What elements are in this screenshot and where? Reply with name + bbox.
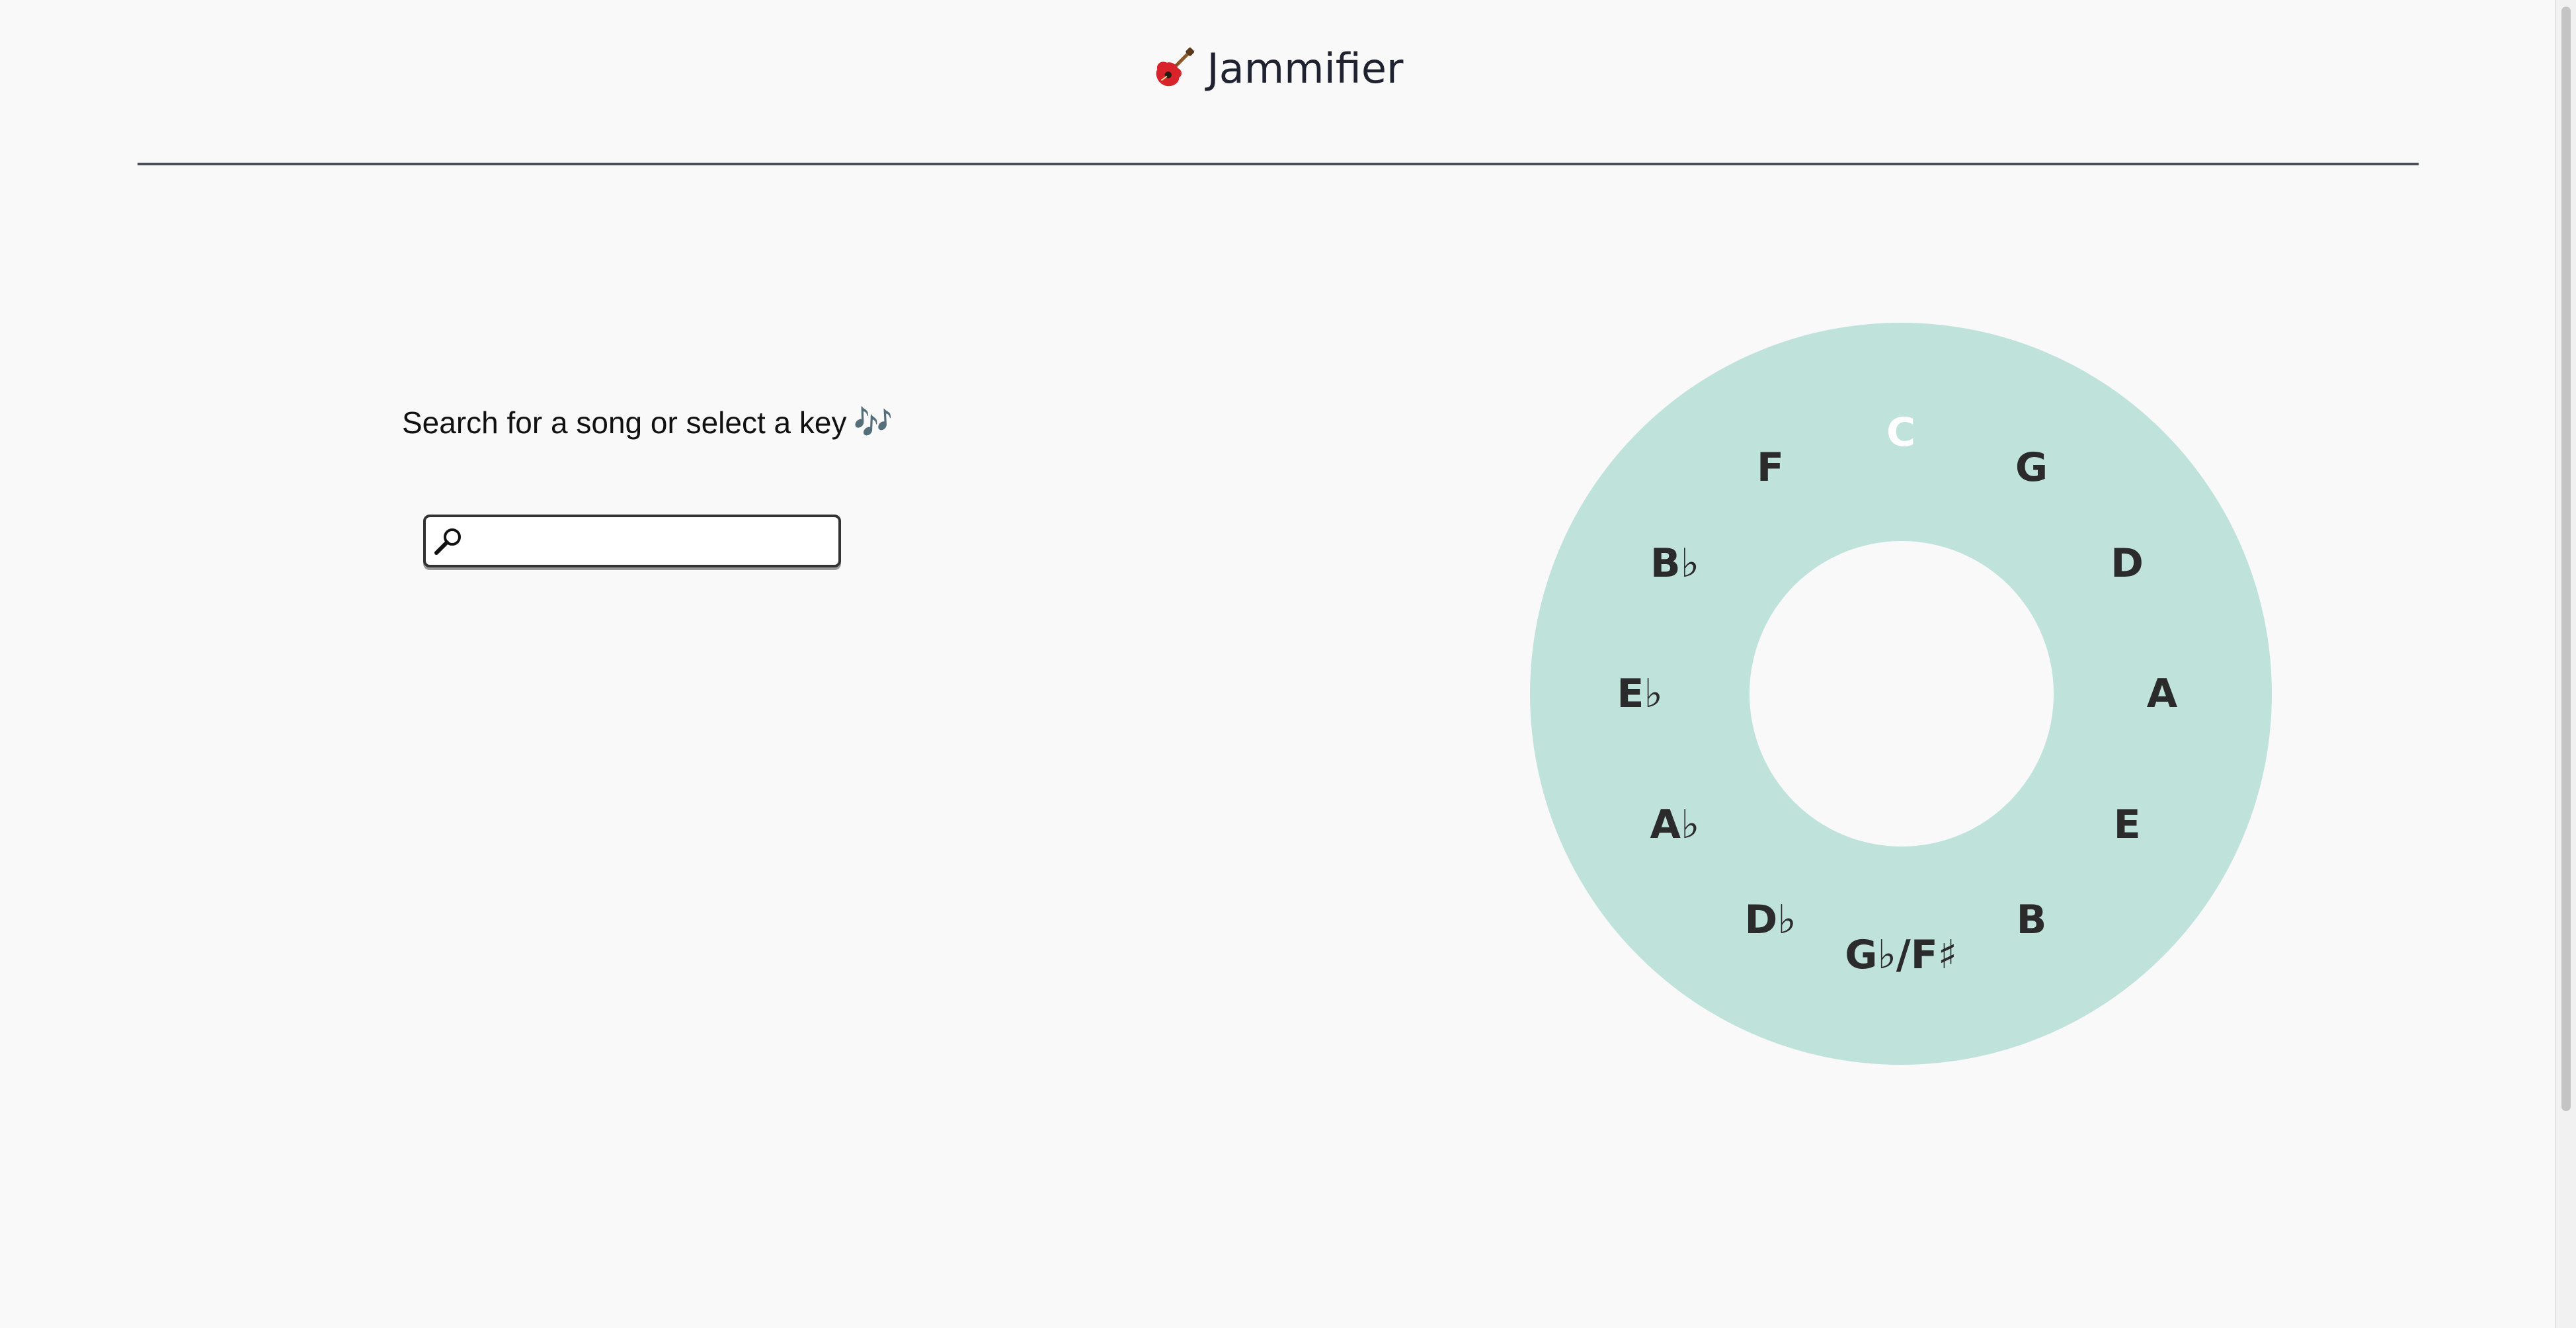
- search-input[interactable]: [464, 517, 838, 565]
- search-box[interactable]: [423, 515, 841, 567]
- key-2[interactable]: D: [2111, 544, 2144, 583]
- search-icon: [434, 528, 461, 555]
- key-3[interactable]: A: [2147, 674, 2177, 714]
- key-5[interactable]: B: [2017, 900, 2047, 940]
- header: Jammifier: [0, 0, 2555, 139]
- key-7[interactable]: D♭: [1744, 900, 1796, 940]
- key-1[interactable]: G: [2015, 448, 2048, 487]
- app-title-text: Jammifier: [1207, 44, 1404, 93]
- key-0[interactable]: C: [1886, 413, 1915, 452]
- key-4[interactable]: E: [2114, 805, 2141, 845]
- page: Jammifier Search for a song or select a …: [0, 0, 2576, 1328]
- key-10[interactable]: B♭: [1650, 544, 1699, 583]
- music-notes-icon: 🎶: [853, 404, 893, 441]
- circle-of-fifths: C G D A E B G♭/F♯ D♭ A♭ E♭ B♭ F: [1530, 323, 2272, 1065]
- key-11[interactable]: F: [1757, 448, 1784, 487]
- app-title: Jammifier: [1152, 44, 1404, 93]
- scrollbar[interactable]: [2555, 0, 2576, 1328]
- scrollbar-thumb[interactable]: [2561, 7, 2571, 1111]
- search-prompt: Search for a song or select a key 🎶: [402, 403, 997, 441]
- header-divider: [138, 163, 2419, 165]
- search-prompt-text: Search for a song or select a key: [402, 405, 847, 440]
- key-8[interactable]: A♭: [1650, 805, 1700, 845]
- guitar-icon: [1156, 47, 1194, 87]
- search-section: Search for a song or select a key 🎶: [402, 403, 997, 567]
- circle-center: [1750, 541, 2054, 847]
- key-9[interactable]: E♭: [1617, 674, 1662, 714]
- key-6[interactable]: G♭/F♯: [1845, 935, 1956, 975]
